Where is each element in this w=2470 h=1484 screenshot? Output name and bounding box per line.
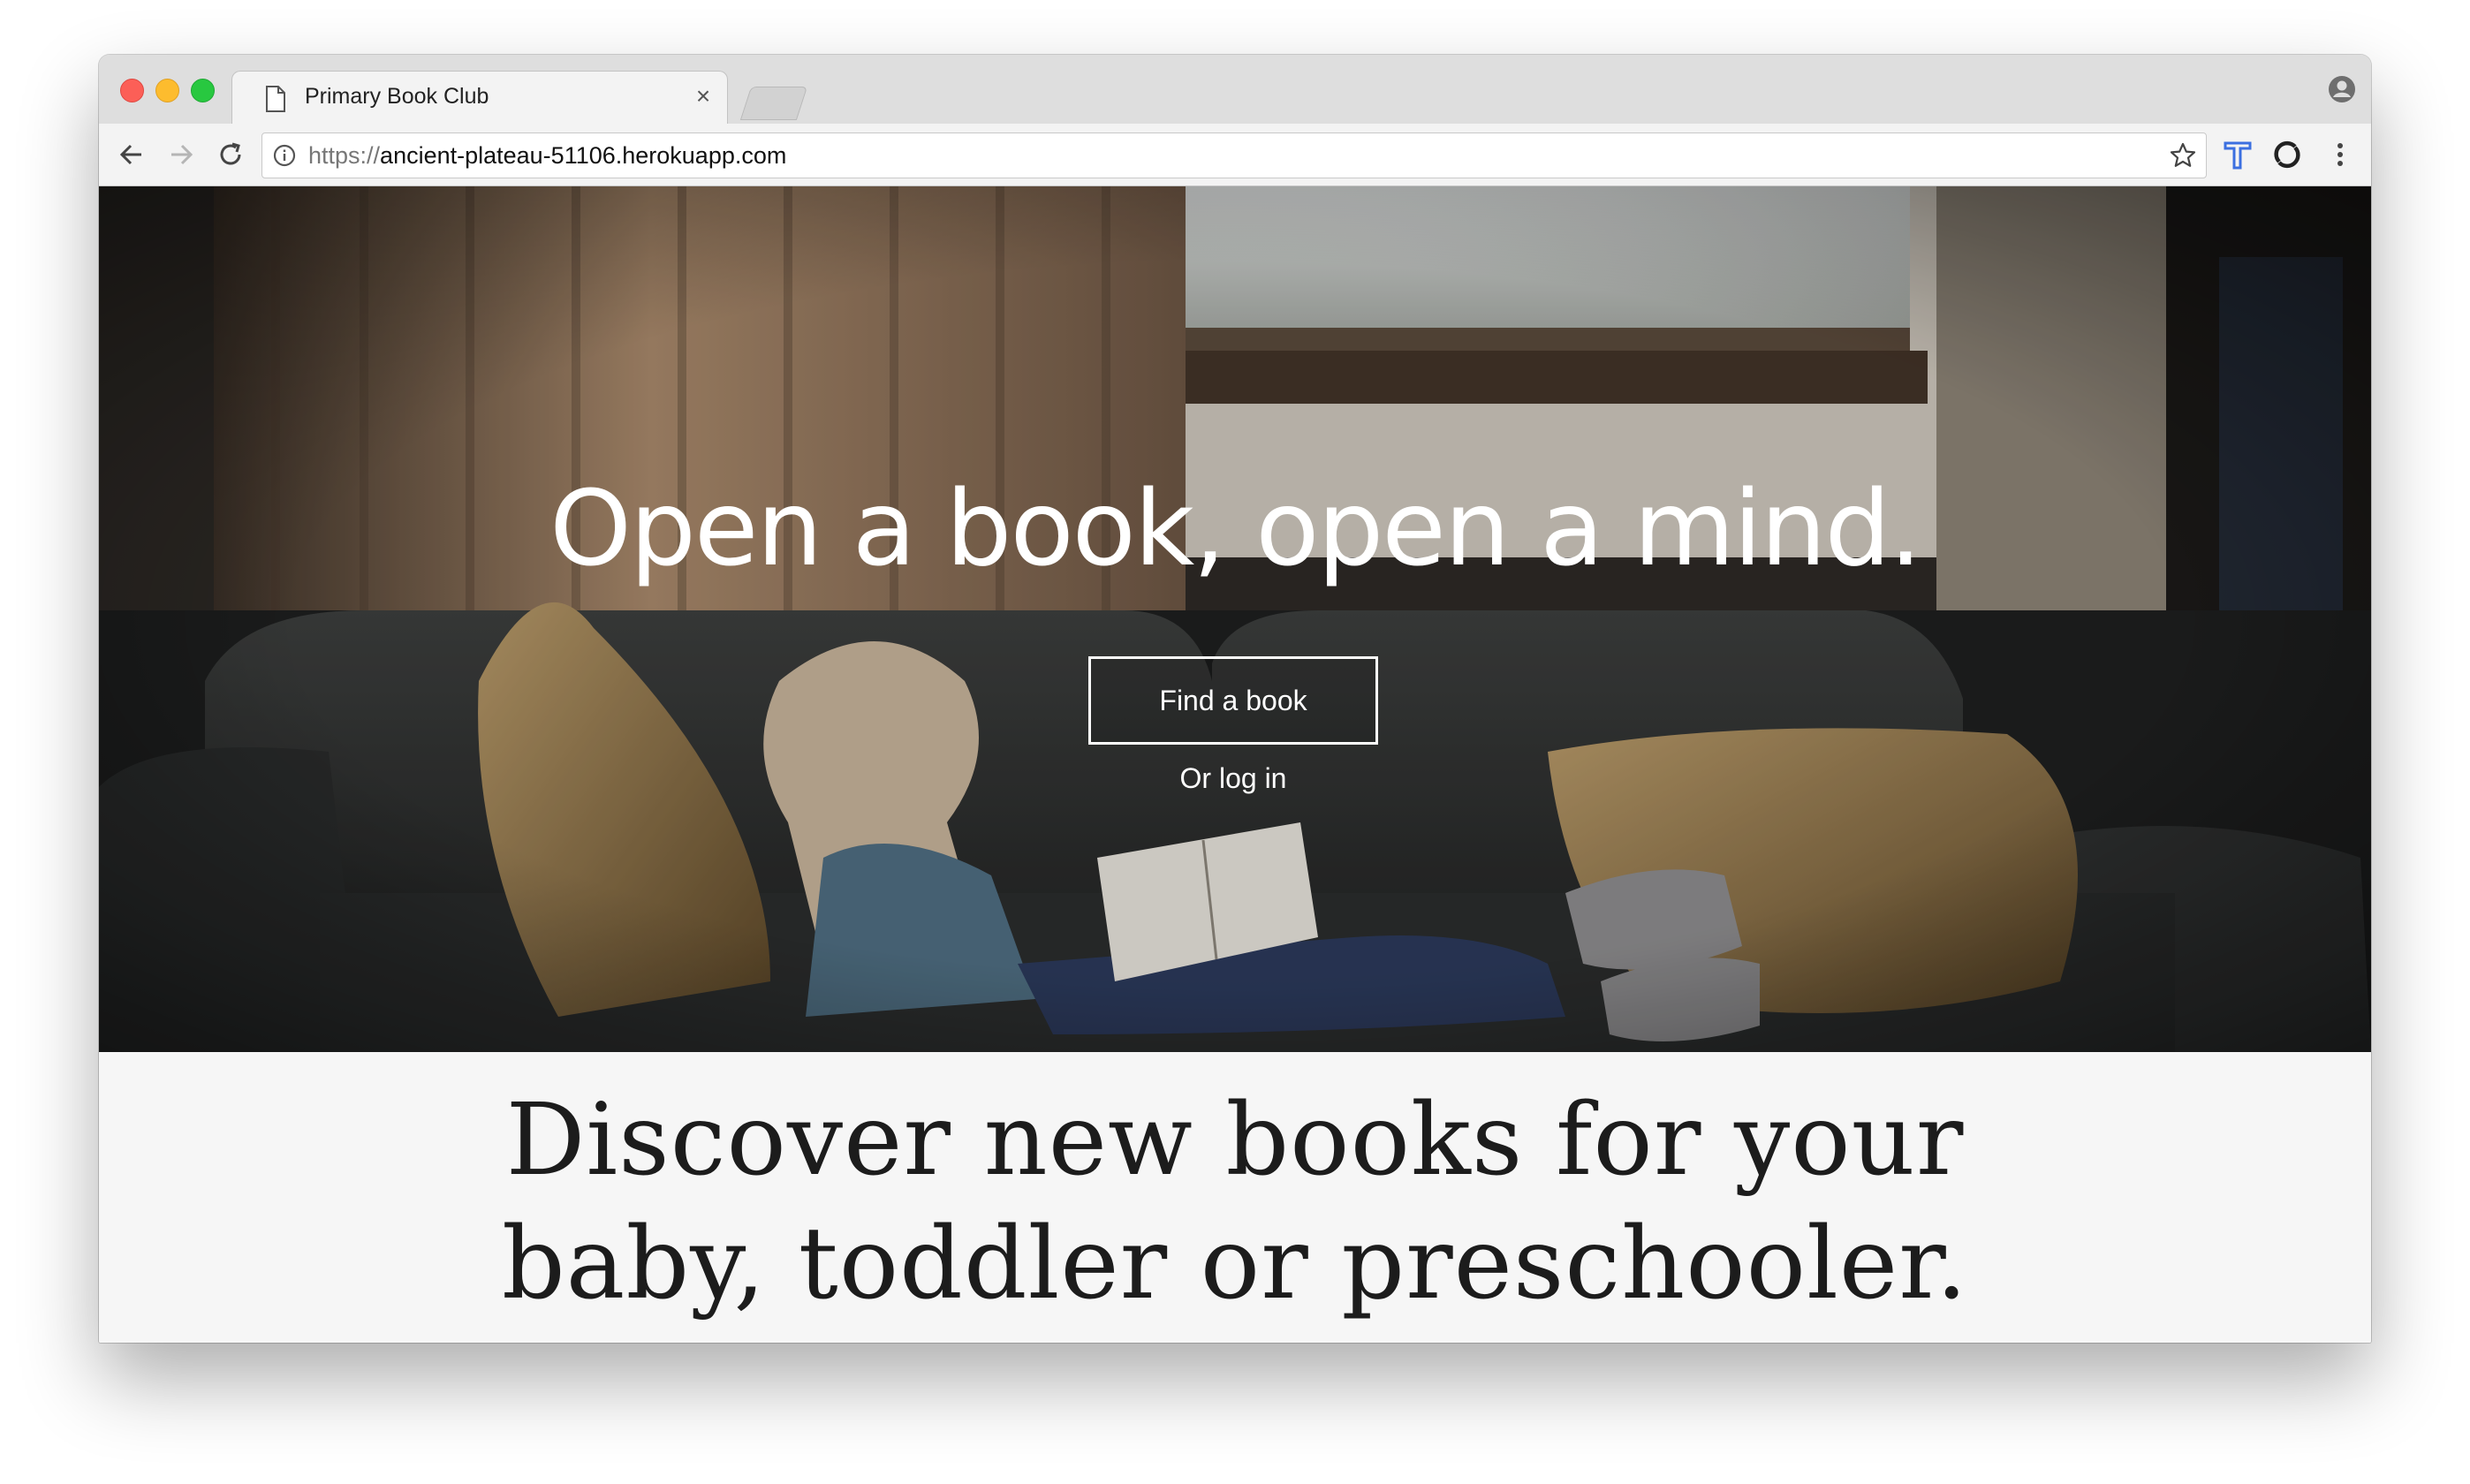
discover-heading: Discover new books for your baby, toddle… xyxy=(99,1079,2371,1326)
url-scheme: https:// xyxy=(308,142,381,169)
back-arrow-icon[interactable] xyxy=(115,138,148,171)
tab-strip: Primary Book Club × xyxy=(99,55,2371,126)
browser-window: Primary Book Club × https://ancient-plat… xyxy=(99,55,2371,1343)
reload-icon[interactable] xyxy=(214,138,247,171)
info-icon[interactable] xyxy=(273,144,296,167)
browser-toolbar: https://ancient-plateau-51106.herokuapp.… xyxy=(99,124,2371,186)
new-tab-button[interactable] xyxy=(739,87,808,120)
minimize-window-button[interactable] xyxy=(155,79,179,102)
hero-headline: Open a book, open a mind. xyxy=(549,467,1922,589)
web-page: Open a book, open a mind. Find a book Or… xyxy=(99,186,2371,1343)
profile-icon[interactable] xyxy=(2327,74,2357,104)
address-bar[interactable]: https://ancient-plateau-51106.herokuapp.… xyxy=(261,132,2207,178)
url-text: https://ancient-plateau-51106.herokuapp.… xyxy=(308,142,786,170)
log-in-link[interactable]: Or log in xyxy=(1145,762,1322,795)
discover-line-1: Discover new books for your xyxy=(505,1083,1965,1198)
hero-section: Open a book, open a mind. Find a book Or… xyxy=(99,186,2371,1052)
browser-tab[interactable]: Primary Book Club × xyxy=(231,71,728,126)
hero-dark-overlay xyxy=(99,186,2371,1052)
close-tab-icon[interactable]: × xyxy=(690,80,716,112)
tab-title: Primary Book Club xyxy=(305,84,489,109)
url-host: ancient-plateau-51106.herokuapp.com xyxy=(380,142,787,169)
forward-arrow-icon[interactable] xyxy=(164,138,198,171)
s-extension-icon[interactable] xyxy=(2270,138,2304,171)
maximize-window-button[interactable] xyxy=(191,79,215,102)
find-a-book-button[interactable]: Find a book xyxy=(1088,656,1378,745)
star-icon[interactable] xyxy=(2169,141,2197,170)
document-icon xyxy=(266,86,285,112)
close-window-button[interactable] xyxy=(120,79,144,102)
discover-line-2: baby, toddler or preschooler. xyxy=(501,1207,1969,1321)
t-extension-icon[interactable] xyxy=(2221,138,2254,171)
kebab-menu-icon[interactable] xyxy=(2323,138,2357,171)
